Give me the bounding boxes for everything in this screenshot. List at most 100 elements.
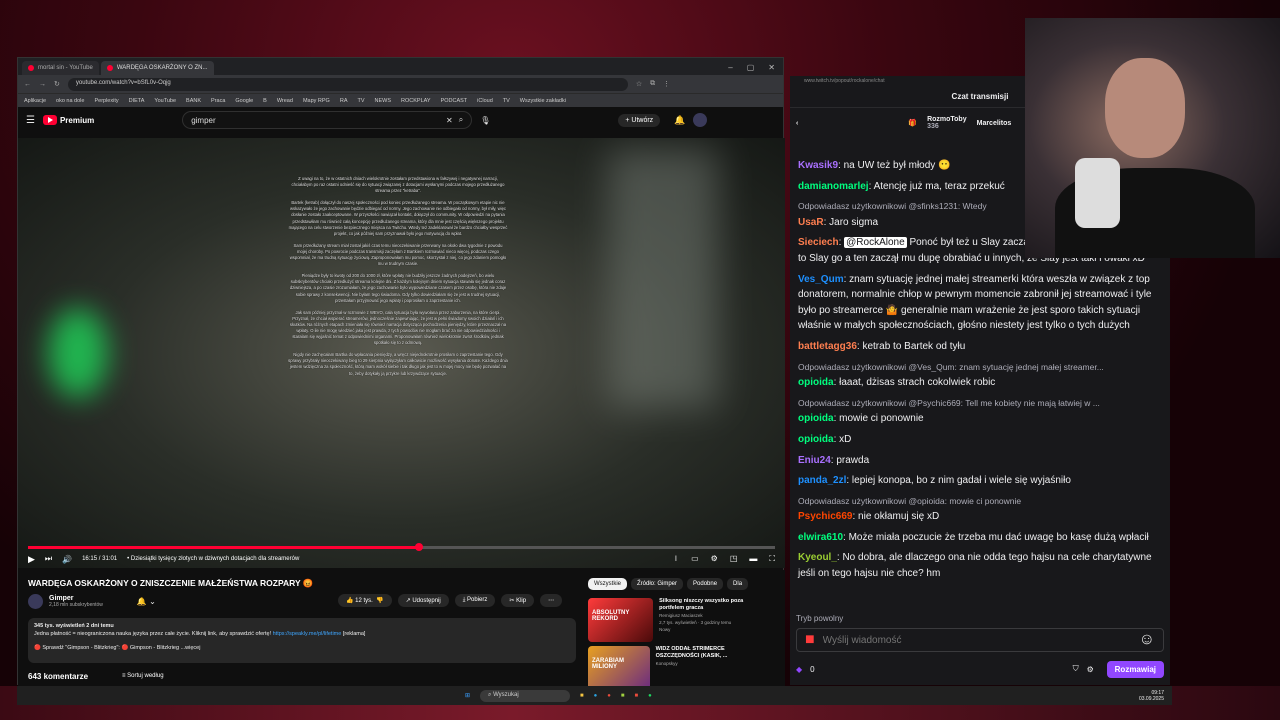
bookmark-item[interactable]: Praca xyxy=(211,98,225,104)
chat-send-button[interactable]: Rozmawiaj xyxy=(1106,660,1164,678)
bookmark-item[interactable]: RA xyxy=(340,98,348,104)
bookmark-item[interactable]: PODCAST xyxy=(441,98,468,104)
bookmark-item[interactable]: BANK xyxy=(186,98,201,104)
windows-start-icon[interactable]: ⊞ xyxy=(465,692,470,699)
star-icon[interactable]: ☆ xyxy=(636,80,642,88)
chat-username[interactable]: Kyeoul_ xyxy=(798,552,837,563)
chat-username[interactable]: Kwasik9 xyxy=(798,160,838,171)
share-button[interactable]: ↗ Udostępnij xyxy=(397,594,449,607)
description-link[interactable]: https://speakly.me/pl/lifetime xyxy=(273,631,342,637)
bookmark-item[interactable]: ROCKPLAY xyxy=(401,98,431,104)
subtitles-icon[interactable]: ▭ xyxy=(691,554,699,564)
recommended-video[interactable]: ABSOLUTNY REKORD Silksong niszczy wszyst… xyxy=(588,598,768,642)
rec-title[interactable]: Silksong niszczy wszystko poza portfelem… xyxy=(659,598,768,612)
filter-chip[interactable]: Źródło: Gimper xyxy=(631,578,684,590)
chat-mention[interactable]: @RockAlone xyxy=(844,237,907,249)
bookmark-item[interactable]: Aplikacje xyxy=(24,98,46,104)
chat-username[interactable]: opioida xyxy=(798,413,834,424)
browser-tab-2[interactable]: WARDĘGA OSKARŻONY O ZN... xyxy=(100,61,214,75)
bookmark-item[interactable]: iCloud xyxy=(477,98,493,104)
forward-icon[interactable]: → xyxy=(39,81,46,88)
volume-icon[interactable]: 🔊 xyxy=(62,555,72,564)
clip-button[interactable]: ✂ Klip xyxy=(501,594,535,607)
bookmark-item[interactable]: Wread xyxy=(277,98,293,104)
gifter-name[interactable]: RozmoToby xyxy=(927,116,967,123)
maximize-icon[interactable]: ▢ xyxy=(747,63,755,72)
bookmark-item[interactable]: Perplexity xyxy=(94,98,118,104)
browser-tab-1[interactable]: mortal sin - YouTube xyxy=(22,61,99,75)
chat-username[interactable]: Psychic669 xyxy=(798,511,853,522)
filter-chip[interactable]: Wszystkie xyxy=(588,578,627,590)
folder-icon[interactable]: ■ xyxy=(580,693,584,699)
rec-title[interactable]: WIDZ ODDAŁ STRIMERCE OSZCZĘDNOŚCI (KASIK… xyxy=(656,646,768,660)
scrubber-knob[interactable] xyxy=(414,543,423,551)
channel-avatar[interactable] xyxy=(28,594,43,609)
bookmark-item[interactable]: Wszystkie zakładki xyxy=(520,98,566,104)
recommended-video[interactable]: ZARABIAM MILIONY WIDZ ODDAŁ STRIMERCE OS… xyxy=(588,646,768,686)
sort-button[interactable]: ≡ Sortuj według xyxy=(122,673,164,679)
chat-username[interactable]: panda_2zl xyxy=(798,475,846,486)
chat-username[interactable]: Ves_Qum xyxy=(798,274,844,285)
fullscreen-icon[interactable]: ⛶ xyxy=(769,554,775,564)
close-icon[interactable]: ✕ xyxy=(768,63,775,72)
filter-chip[interactable]: Dla xyxy=(727,578,749,590)
bell-icon[interactable]: 🔔 ⌄ xyxy=(137,597,156,606)
back-icon[interactable]: ← xyxy=(24,81,31,88)
chat-username[interactable]: Eniu24 xyxy=(798,455,831,466)
create-button[interactable]: + Utwórz xyxy=(618,113,661,127)
like-button[interactable]: 👍 12 tys. 👎 xyxy=(338,594,392,607)
chapter-title[interactable]: • Dziesiątki tysięcy złotych w dziwnych … xyxy=(127,556,299,562)
chat-username[interactable]: battletagg36 xyxy=(798,341,857,352)
url-field[interactable]: youtube.com/watch?v=bSfL0v-Oqjg xyxy=(67,77,628,91)
search-input[interactable] xyxy=(191,115,441,125)
bookmark-item[interactable]: Google xyxy=(235,98,253,104)
menu-icon[interactable]: ⋮ xyxy=(663,80,670,88)
bookmark-item[interactable]: NEWS xyxy=(375,98,392,104)
shield-icon[interactable]: ⛉ xyxy=(1073,664,1079,674)
chat-username[interactable]: UsaR xyxy=(798,217,824,228)
points-icon[interactable]: ◆ xyxy=(796,665,802,674)
spotify-icon[interactable]: ● xyxy=(648,693,652,699)
app-icon[interactable]: ■ xyxy=(621,693,625,699)
download-button[interactable]: ⤓ Pobierz xyxy=(454,594,496,607)
collapse-icon[interactable]: ‹ xyxy=(796,120,798,127)
reply-context[interactable]: Odpowiadasz użytkownikowi @Ves_Qum: znam… xyxy=(798,360,1162,376)
taskbar-search[interactable]: ⌕ Wyszukaj xyxy=(480,689,571,702)
mic-icon[interactable]: 🎙 xyxy=(480,116,490,125)
theater-icon[interactable]: ▬ xyxy=(749,554,757,564)
emote-icon[interactable]: ☺ xyxy=(1139,631,1155,649)
bookmark-item[interactable]: TV xyxy=(503,98,510,104)
play-icon[interactable]: ▶ xyxy=(28,554,35,565)
channel-name[interactable]: Gimper xyxy=(49,595,103,602)
reload-icon[interactable]: ↻ xyxy=(54,80,60,88)
chat-username[interactable]: Sieciech xyxy=(798,237,839,248)
description-box[interactable]: 345 tys. wyświetleń 2 dni temu Jedna pła… xyxy=(28,618,576,663)
bookmark-item[interactable]: TV xyxy=(357,98,364,104)
bookmark-item[interactable]: B xyxy=(263,98,267,104)
chat-username[interactable]: opioida xyxy=(798,434,834,445)
settings-gear-icon[interactable]: ⚙ xyxy=(1087,665,1094,674)
chat-input[interactable] xyxy=(822,634,1131,646)
reply-context[interactable]: Odpowiadasz użytkownikowi @opioida: mowi… xyxy=(798,494,1162,510)
chat-username[interactable]: damianomarlej xyxy=(798,181,869,192)
miniplayer-icon[interactable]: ◳ xyxy=(730,554,738,564)
extensions-icon[interactable]: ⧉ xyxy=(650,80,655,88)
chat-username[interactable]: elwira610 xyxy=(798,532,843,543)
app-icon[interactable]: ■ xyxy=(635,693,639,699)
gifter-name[interactable]: Marcelitos xyxy=(977,120,1012,127)
system-clock[interactable]: 09:17 03.09.2025 xyxy=(1139,690,1164,702)
bell-icon[interactable]: 🔔 xyxy=(674,115,685,126)
clear-icon[interactable]: ✕ xyxy=(446,116,453,125)
chat-username[interactable]: opioida xyxy=(798,377,834,388)
account-avatar[interactable] xyxy=(693,113,708,127)
video-thumbnail[interactable]: ZARABIAM MILIONY xyxy=(588,646,650,686)
bookmark-item[interactable]: YouTube xyxy=(154,98,176,104)
video-player[interactable]: Z uwagi na to, że w ostatnich dniach wie… xyxy=(18,138,785,568)
chrome-icon[interactable]: ● xyxy=(607,693,611,699)
youtube-logo[interactable]: Premium xyxy=(42,115,94,125)
search-icon[interactable]: ⌕ xyxy=(459,115,463,125)
description-more[interactable]: 🔴 Sprawdź "Gimpson - Blitzkrieg": 🔴 Gimp… xyxy=(34,644,570,652)
progress-bar[interactable] xyxy=(28,543,775,551)
video-thumbnail[interactable]: ABSOLUTNY REKORD xyxy=(588,598,654,642)
bookmark-item[interactable]: DIETA xyxy=(129,98,145,104)
